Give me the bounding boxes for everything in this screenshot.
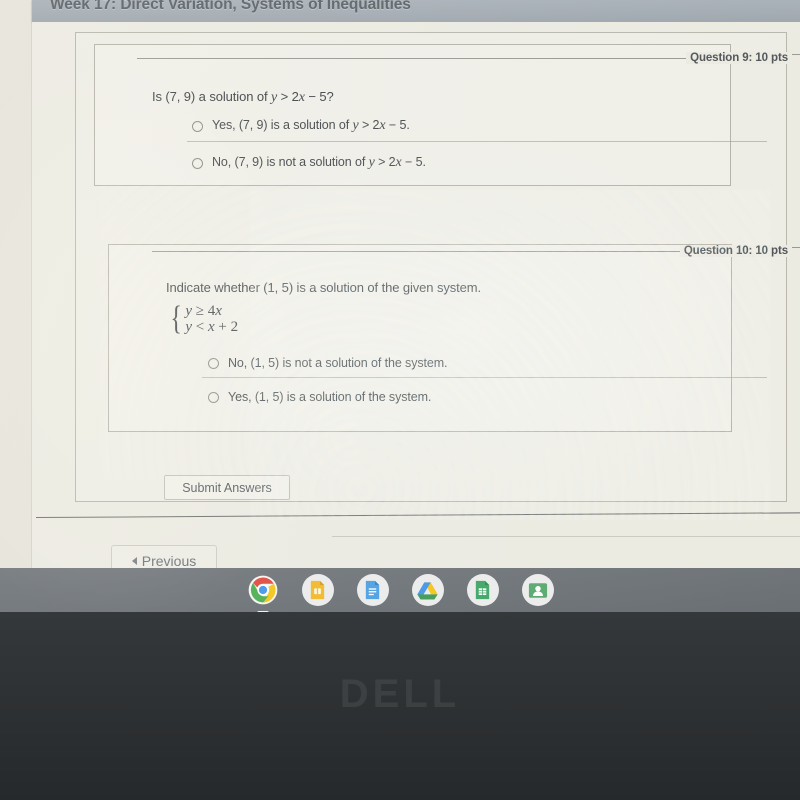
google-contacts-icon[interactable] bbox=[521, 574, 554, 606]
page-left-margin bbox=[0, 0, 32, 568]
question-10-legend: Question 10: 10 pts bbox=[152, 244, 800, 258]
q9-prompt-a: Is (7, 9) a solution of bbox=[152, 89, 271, 104]
inequality-row-1: y ≥ 4x bbox=[185, 303, 238, 319]
question-9-points-label: Question 9: 10 pts bbox=[686, 52, 792, 64]
q9-o2-b: > 2 bbox=[374, 155, 396, 169]
q9-prompt-b: > 2 bbox=[277, 89, 299, 104]
previous-button-label: Previous bbox=[141, 552, 197, 569]
legend-corner bbox=[792, 246, 800, 256]
question-10-option-divider bbox=[202, 377, 767, 378]
question-9-option-yes[interactable]: Yes, (7, 9) is a solution of y > 2x − 5. bbox=[192, 118, 410, 134]
q9-o1-b: > 2 bbox=[358, 118, 380, 132]
question-9-option-no-label: No, (7, 9) is not a solution of y > 2x −… bbox=[212, 155, 426, 171]
section-divider bbox=[35, 512, 800, 518]
sys2-var-x: x bbox=[207, 319, 215, 335]
radio-button-icon[interactable] bbox=[192, 120, 203, 132]
dell-logo: DELL bbox=[339, 672, 461, 716]
google-drive-icon[interactable] bbox=[411, 574, 444, 606]
submit-answers-button[interactable]: Submit Answers bbox=[164, 475, 290, 500]
q9-o2-c: − 5. bbox=[401, 155, 426, 169]
question-10-option-no-label: No, (1, 5) is not a solution of the syst… bbox=[228, 356, 448, 370]
lesson-header-bar: Week 17: Direct Variation, Systems of In… bbox=[32, 0, 800, 22]
radio-button-icon[interactable] bbox=[208, 357, 219, 369]
legend-corner bbox=[792, 53, 800, 63]
page-title: Week 17: Direct Variation, Systems of In… bbox=[50, 0, 411, 13]
question-9-option-yes-label: Yes, (7, 9) is a solution of y > 2x − 5. bbox=[212, 118, 410, 134]
system-of-inequalities: { y ≥ 4x y < x + 2 bbox=[168, 300, 238, 337]
q9-o1-c: − 5. bbox=[385, 118, 410, 132]
q9-prompt-c: − 5? bbox=[304, 89, 334, 104]
radio-button-icon[interactable] bbox=[208, 391, 219, 403]
system-rows: y ≥ 4x y < x + 2 bbox=[185, 303, 238, 335]
question-10-option-yes[interactable]: Yes, (1, 5) is a solution of the system. bbox=[208, 390, 431, 404]
chrome-active-indicator bbox=[257, 610, 268, 612]
left-triangle-icon bbox=[131, 556, 137, 565]
sys2-var-y: y bbox=[185, 319, 192, 335]
sys1-var-y: y bbox=[185, 303, 192, 319]
q9-o1-a: Yes, (7, 9) is a solution of bbox=[212, 118, 353, 132]
sys2-rel: < bbox=[192, 319, 208, 335]
question-10-option-no[interactable]: No, (1, 5) is not a solution of the syst… bbox=[208, 356, 448, 370]
photo-of-laptop-screen: DELL Week 17: Direct Variation, Systems … bbox=[0, 0, 800, 800]
sys1-rel: ≥ 4 bbox=[192, 303, 216, 319]
legend-rule bbox=[152, 250, 680, 252]
question-9-prompt: Is (7, 9) a solution of y > 2x − 5? bbox=[152, 89, 334, 106]
question-10-option-yes-label: Yes, (1, 5) is a solution of the system. bbox=[228, 390, 432, 404]
chromebook-shelf bbox=[0, 568, 800, 612]
question-9-option-divider bbox=[187, 141, 767, 142]
google-keep-icon[interactable] bbox=[301, 574, 334, 606]
secondary-divider bbox=[332, 536, 800, 537]
submit-answers-label: Submit Answers bbox=[182, 480, 272, 495]
left-brace-icon: { bbox=[170, 300, 182, 337]
laptop-bezel: DELL bbox=[0, 610, 800, 800]
radio-button-icon[interactable] bbox=[192, 157, 203, 169]
google-docs-icon[interactable] bbox=[356, 574, 389, 606]
q9-o2-a: No, (7, 9) is not a solution of bbox=[212, 155, 369, 169]
sys2-tail: + 2 bbox=[214, 319, 239, 335]
laptop-screen: Week 17: Direct Variation, Systems of In… bbox=[0, 0, 800, 612]
legend-rule bbox=[137, 57, 687, 59]
assignment-page: Question 9: 10 pts Is (7, 9) a solution … bbox=[32, 22, 800, 576]
inequality-row-2: y < x + 2 bbox=[185, 319, 238, 335]
google-sheets-icon[interactable] bbox=[466, 574, 499, 606]
question-9-option-no[interactable]: No, (7, 9) is not a solution of y > 2x −… bbox=[192, 155, 426, 171]
sys1-var-x: x bbox=[215, 303, 222, 319]
question-9-legend: Question 9: 10 pts bbox=[137, 51, 800, 65]
chrome-icon[interactable] bbox=[247, 574, 279, 612]
question-10-points-label: Question 10: 10 pts bbox=[679, 245, 792, 257]
question-10-prompt: Indicate whether (1, 5) is a solution of… bbox=[166, 280, 482, 295]
